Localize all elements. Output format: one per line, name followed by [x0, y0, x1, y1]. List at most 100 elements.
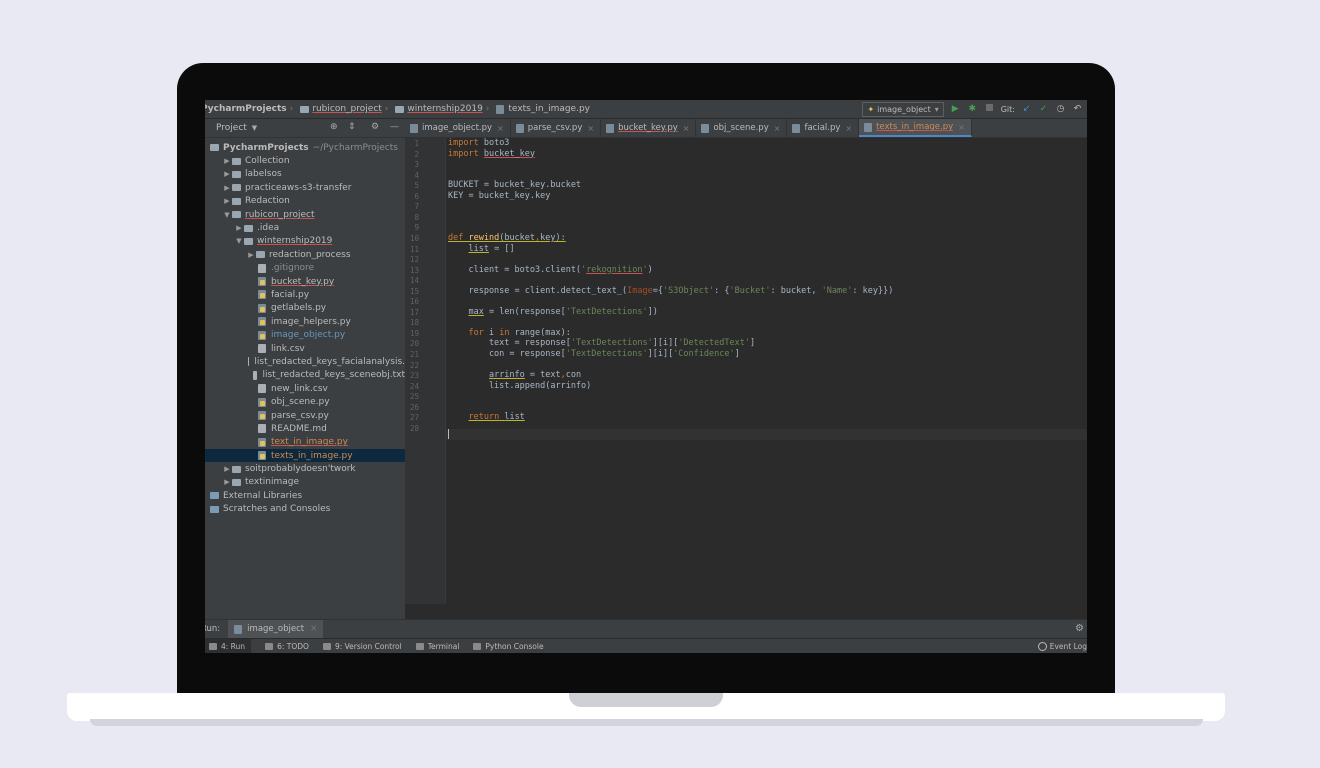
tree-item[interactable]: facial.py — [205, 288, 405, 301]
tree-item[interactable]: image_helpers.py — [205, 315, 405, 328]
event-log-button[interactable]: Event Log — [1037, 639, 1087, 653]
tool-window-button[interactable]: 6: TODO — [265, 642, 309, 651]
tree-item[interactable]: ▶ textinimage — [205, 476, 405, 489]
editor-tab[interactable]: obj_scene.py × — [696, 119, 788, 137]
tree-item[interactable]: .gitignore — [205, 262, 405, 275]
tree-item[interactable]: texts_in_image.py — [205, 448, 405, 463]
gear-icon[interactable]: ⚙ — [1075, 623, 1084, 634]
line-number: 3 — [414, 160, 419, 170]
gear-icon[interactable]: ⚙ — [371, 122, 379, 132]
tree-item[interactable]: list_redacted_keys_sceneobj.txt — [205, 369, 405, 382]
tree-item[interactable]: text_in_image.py — [205, 436, 405, 449]
tree-item[interactable]: ▶ .idea — [205, 221, 405, 234]
chevron-down-icon[interactable]: ▼ — [252, 124, 257, 132]
tree-item[interactable]: bucket_key.py — [205, 275, 405, 288]
close-icon[interactable]: × — [774, 124, 781, 133]
code-line: arrinfo = text,con — [448, 370, 581, 381]
chevron-down-icon[interactable]: ▼ — [222, 211, 232, 219]
chevron-right-icon[interactable]: ▶ — [222, 184, 232, 192]
line-number: 11 — [409, 244, 419, 254]
tree-item-label: list_redacted_keys_sceneobj.txt — [262, 370, 405, 381]
tree-item[interactable]: new_link.csv — [205, 382, 405, 395]
python-file-icon — [701, 123, 710, 133]
breadcrumb-rubicon[interactable]: rubicon_project › — [298, 100, 393, 118]
close-icon[interactable]: × — [587, 124, 594, 133]
tool-window-button[interactable]: 4: Run — [205, 639, 252, 653]
chevron-right-icon[interactable]: ▶ — [222, 465, 232, 473]
locate-icon[interactable]: ⊕ — [330, 122, 338, 132]
tree-item-label: External Libraries — [223, 490, 303, 501]
code-token: ][i][ — [647, 349, 674, 359]
stop-icon[interactable] — [984, 103, 995, 115]
editor-tab[interactable]: parse_csv.py × — [511, 119, 602, 137]
tree-item[interactable]: ▶ labelsos — [205, 168, 405, 181]
close-icon[interactable]: × — [497, 124, 504, 133]
tree-item-label: README.md — [271, 423, 327, 434]
breadcrumb-winternship[interactable]: winternship2019 › — [393, 100, 494, 118]
breadcrumb-file[interactable]: texts_in_image.py — [494, 100, 592, 118]
breadcrumb-root[interactable]: PycharmProjects › — [205, 100, 298, 118]
close-icon[interactable]: × — [845, 124, 852, 133]
debug-icon[interactable]: ✱ — [967, 104, 978, 115]
git-commit-icon[interactable]: ✓ — [1038, 104, 1049, 115]
tree-item[interactable]: image_object.py — [205, 328, 405, 341]
tree-item[interactable]: README.md — [205, 422, 405, 435]
chevron-right-icon[interactable]: ▶ — [234, 224, 244, 232]
editor-tab[interactable]: image_object.py × — [405, 119, 511, 137]
history-icon[interactable]: ◷ — [1055, 104, 1066, 115]
code-editor[interactable]: 1 2 3 4 5 6 7 8 9 10 11 12 13 14 15 16 17 18 19 20 21 22 23 24 2… — [405, 138, 1087, 604]
chevron-right-icon[interactable]: ▶ — [222, 478, 232, 486]
current-line-highlight — [446, 429, 1087, 440]
tree-item[interactable]: External Libraries — [205, 489, 405, 502]
tool-window-button[interactable]: Terminal — [415, 642, 459, 651]
git-label: Git: — [1000, 104, 1015, 114]
chevron-right-icon[interactable]: ▶ — [222, 157, 232, 165]
tree-item[interactable]: ▼ winternship2019 — [205, 235, 405, 248]
tree-root[interactable]: PycharmProjects ~/PycharmProjects — [205, 141, 405, 154]
code-token: = [] — [488, 243, 515, 254]
minimize-icon[interactable]: — — [390, 122, 399, 132]
tree-item[interactable]: ▶ redaction_process — [205, 248, 405, 261]
close-icon[interactable]: × — [310, 624, 317, 634]
close-icon[interactable]: × — [683, 124, 690, 133]
editor-tab[interactable]: facial.py × — [787, 119, 860, 137]
tree-item[interactable]: ▶ Collection — [205, 154, 405, 167]
tree-item[interactable]: list_redacted_keys_facialanalysis. — [205, 355, 405, 368]
line-number: 23 — [409, 371, 419, 381]
code-token: for — [468, 327, 484, 338]
tree-item[interactable]: link.csv — [205, 342, 405, 355]
chevron-right-icon[interactable]: ▶ — [246, 251, 256, 259]
line-number: 16 — [409, 297, 419, 307]
tab-label: parse_csv.py — [527, 123, 583, 133]
collapse-icon[interactable]: ⇕ — [348, 122, 356, 132]
run-tab[interactable]: image_object × — [228, 620, 324, 638]
tool-window-button[interactable]: 9: Version Control — [322, 642, 402, 651]
revert-icon[interactable]: ↶ — [1072, 104, 1083, 115]
code-token: 'TextDetections' — [565, 349, 648, 359]
tree-item[interactable]: parse_csv.py — [205, 409, 405, 422]
tree-item-label: image_helpers.py — [271, 316, 351, 327]
tool-window-icon — [265, 643, 274, 650]
editor-tab[interactable]: bucket_key.py × — [601, 119, 697, 137]
git-update-icon[interactable]: ↙ — [1021, 104, 1032, 115]
chevron-right-icon[interactable]: ▶ — [222, 197, 232, 205]
tree-item[interactable]: ▶ soitprobablydoesn'twork — [205, 462, 405, 475]
tree-item[interactable]: Scratches and Consoles — [205, 503, 405, 516]
python-file-icon — [258, 290, 266, 300]
editor-tab[interactable]: texts_in_image.py × — [859, 119, 972, 137]
tree-item[interactable]: ▼ rubicon_project — [205, 208, 405, 221]
run-configuration-select[interactable]: ✦ image_object ▾ — [862, 101, 944, 117]
chevron-right-icon[interactable]: ▶ — [222, 170, 232, 178]
breadcrumb-separator-icon: › — [384, 104, 389, 114]
chevron-down-icon[interactable]: ▼ — [234, 237, 244, 245]
tree-item[interactable]: obj_scene.py — [205, 395, 405, 408]
close-icon[interactable]: × — [958, 123, 965, 132]
tree-item[interactable]: getlabels.py — [205, 302, 405, 315]
project-pane-title[interactable]: Project — [216, 123, 247, 133]
project-pane-header: Project ▼ ⊕ ⇕ ⚙ — — [205, 119, 405, 138]
tree-item[interactable]: ▶ Redaction — [205, 195, 405, 208]
run-icon[interactable]: ▶ — [950, 104, 961, 115]
tool-window-button[interactable]: Python Console — [473, 642, 544, 651]
tree-item[interactable]: ▶ practiceaws-s3-transfer — [205, 181, 405, 194]
tool-window-icon — [473, 643, 482, 650]
